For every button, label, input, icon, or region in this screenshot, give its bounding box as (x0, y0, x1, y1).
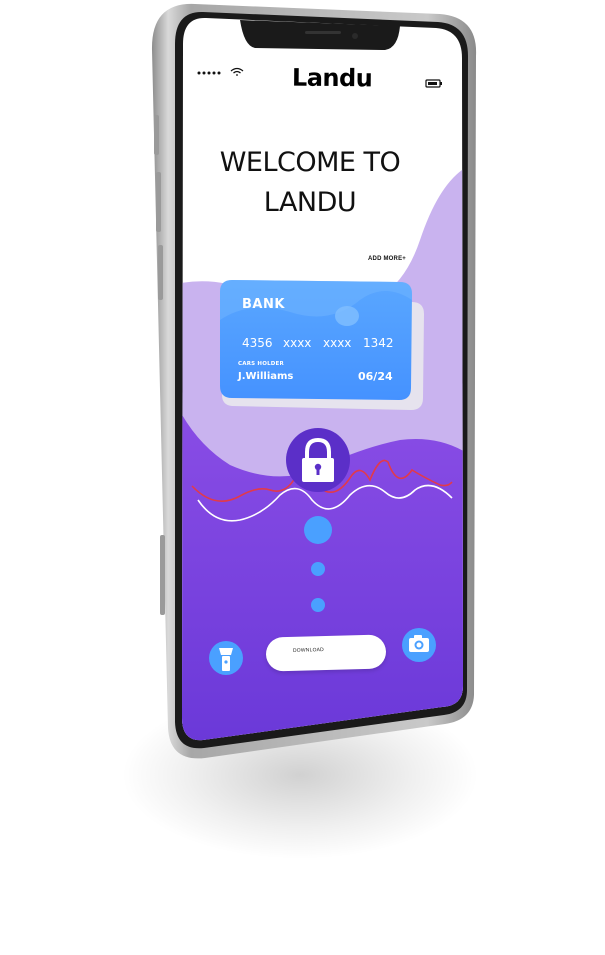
download-button[interactable]: DOWNLOAD (265, 634, 387, 672)
step-dot (311, 598, 325, 612)
welcome-line-2: LANDU (263, 187, 357, 218)
card-holder-name: J.Williams (238, 371, 294, 382)
card-number-group: 4356 (242, 336, 273, 350)
stage: Landu WELCOME TO LANDU ADD MORE+ BANK 43… (0, 0, 605, 955)
step-dot-large (304, 516, 332, 544)
download-button-label: DOWNLOAD (292, 647, 325, 654)
app-title: Landu (291, 63, 373, 93)
padlock-icon[interactable] (286, 428, 350, 492)
card-number-group: xxxx (283, 336, 312, 350)
card-bank-label: BANK (242, 297, 285, 312)
welcome-line-1: WELCOME TO (219, 147, 401, 178)
card-holder-label: CARS HOLDER (238, 361, 284, 367)
camera-icon[interactable] (402, 628, 436, 662)
card-number-group: 1342 (363, 336, 394, 350)
add-more-link[interactable]: ADD MORE+ (368, 256, 406, 262)
card-expiry: 06/24 (358, 370, 393, 383)
card-number-group: xxxx (323, 336, 352, 350)
welcome-heading: WELCOME TO LANDU (210, 143, 410, 223)
flashlight-icon[interactable] (209, 641, 243, 675)
step-dot (311, 562, 325, 576)
